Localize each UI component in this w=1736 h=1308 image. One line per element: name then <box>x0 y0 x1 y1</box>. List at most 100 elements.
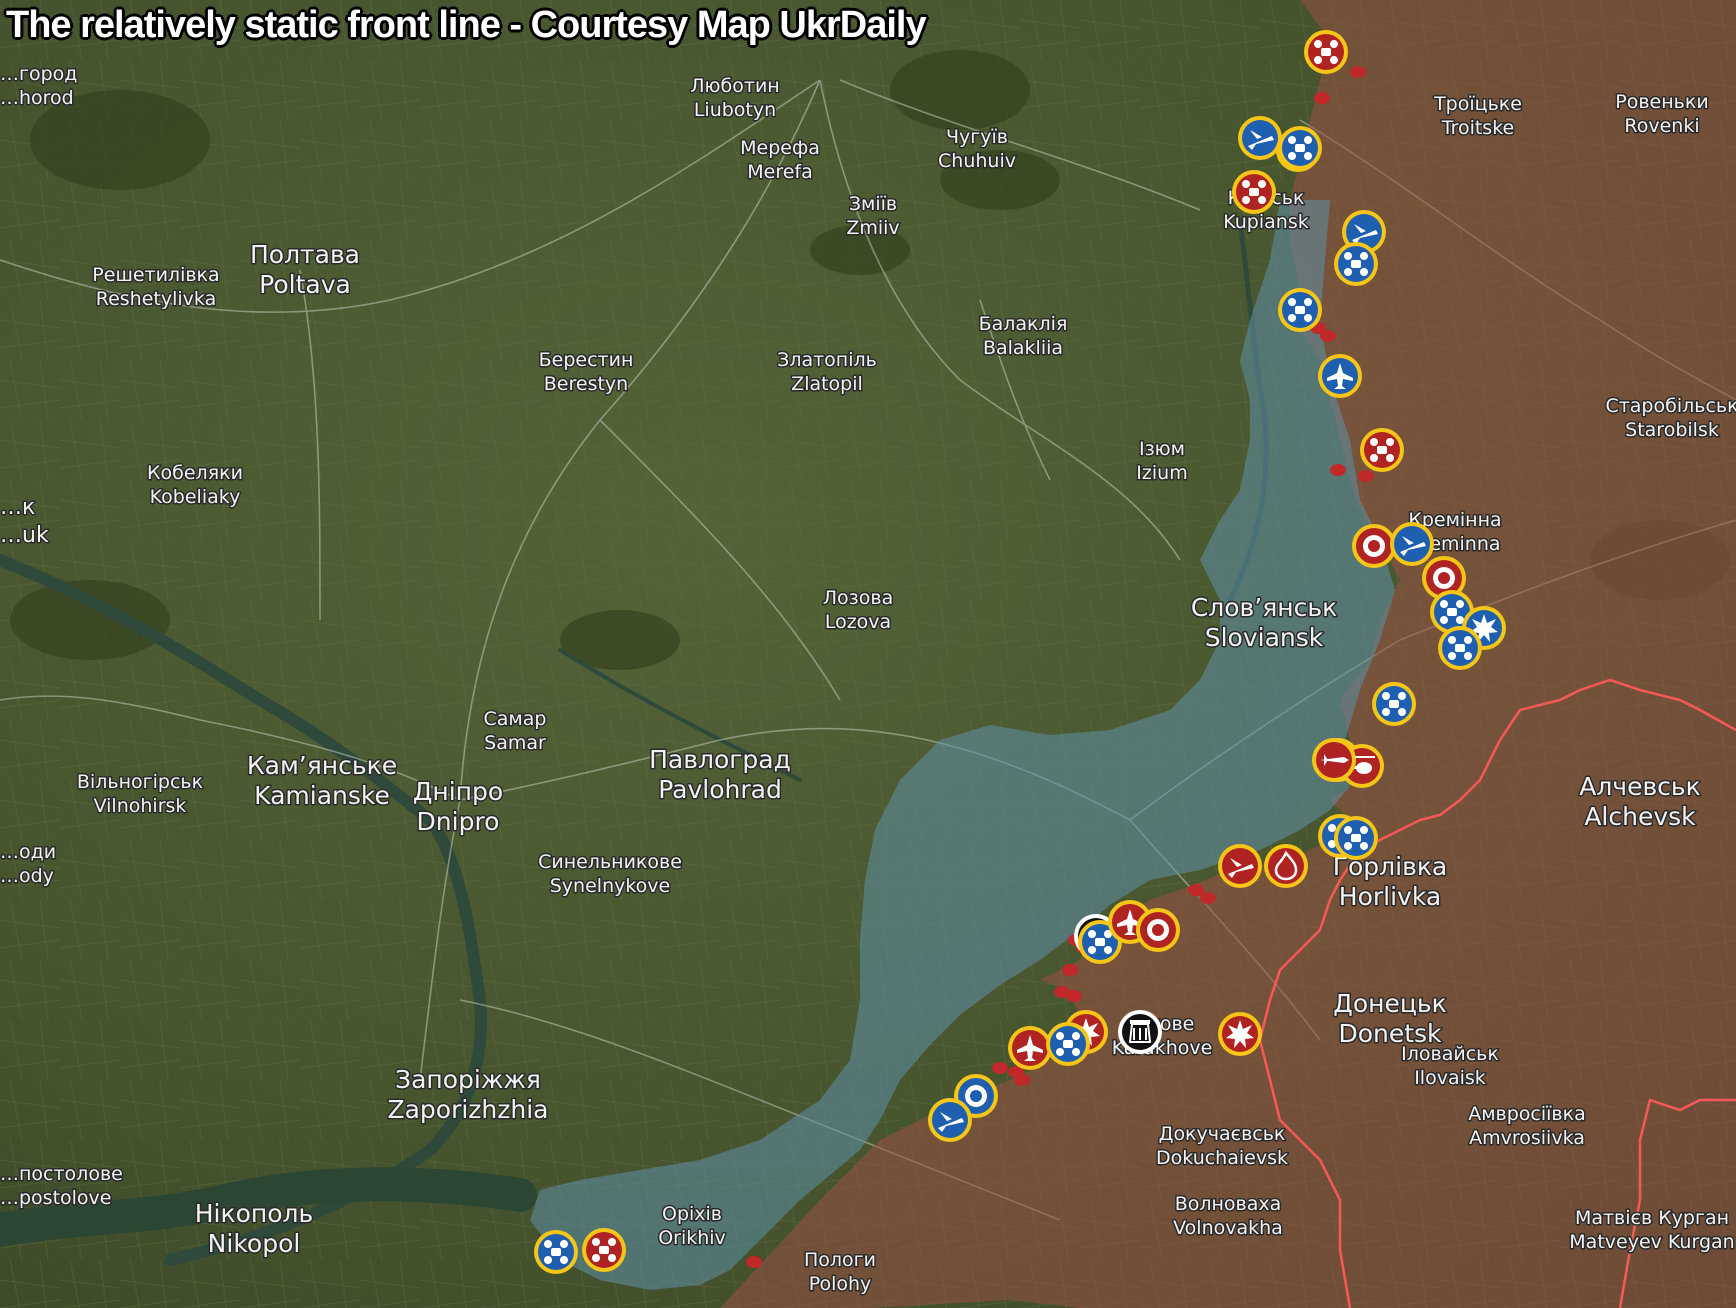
drone-icon[interactable] <box>1438 626 1482 670</box>
place-name-uk: Докучаєвськ <box>1159 1123 1286 1145</box>
place-label-kamianske: Кам’янськеKamianske <box>245 750 398 812</box>
place-name-uk: Берестин <box>539 349 634 371</box>
place-name-en: Zaporizhzhia <box>387 1095 548 1124</box>
jet-icon[interactable] <box>928 1098 972 1142</box>
place-name-uk: Лозова <box>823 587 893 609</box>
drone-icon[interactable] <box>1046 1022 1090 1066</box>
place-name-en: Troitske <box>1441 117 1514 139</box>
place-name-uk: Павлоград <box>649 745 791 774</box>
drone-icon[interactable] <box>534 1230 578 1274</box>
place-name-en: …horod <box>0 87 74 109</box>
place-name-en: Lozova <box>825 611 891 633</box>
place-name-en: Izium <box>1136 462 1187 484</box>
explosion-icon[interactable] <box>1218 1012 1262 1056</box>
place-name-en: Nikopol <box>208 1229 301 1258</box>
map[interactable]: …город…horod ЛюботинLiubotyn МерефаMerefa Ч… <box>0 0 1736 1308</box>
target-icon[interactable] <box>1352 524 1396 568</box>
place-name-en: Sloviansk <box>1205 623 1324 652</box>
place-name-uk: Люботин <box>690 75 779 97</box>
place-name-en: Matveyev Kurgan <box>1569 1231 1734 1253</box>
place-name-uk: Матвієв Курган <box>1575 1207 1729 1229</box>
drone-icon[interactable] <box>1334 242 1378 286</box>
place-name-en: …uk <box>0 523 49 548</box>
missile-icon[interactable] <box>1312 738 1356 782</box>
front-line-dot <box>1062 964 1078 976</box>
place-name-uk: Синельникове <box>538 851 682 873</box>
drone-icon[interactable] <box>1372 682 1416 726</box>
jet-icon[interactable] <box>1390 522 1434 566</box>
place-name-en: Ilovaisk <box>1414 1067 1486 1089</box>
drone-icon[interactable] <box>1334 816 1378 860</box>
place-name-en: Berestyn <box>544 373 628 395</box>
place-name-en: Kamianske <box>254 781 390 810</box>
place-name-uk: Балаклія <box>979 313 1068 335</box>
place-name-uk: Старобільськ <box>1605 395 1736 417</box>
front-line-dot <box>1066 990 1082 1002</box>
place-label-horlivka: ГорлівкаHorlivka <box>1331 851 1449 913</box>
place-name-uk: …оди <box>0 841 56 863</box>
place-name-uk: …к <box>0 495 35 520</box>
place-name-en: Polohy <box>809 1273 872 1295</box>
front-line-dot <box>746 1256 762 1268</box>
jet-icon[interactable] <box>1218 844 1262 888</box>
place-name-uk: …город <box>0 63 77 85</box>
place-name-uk: Нікополь <box>195 1199 314 1228</box>
place-name-uk: Оріхів <box>662 1203 722 1225</box>
drone-icon[interactable] <box>1304 30 1348 74</box>
place-name-en: Merefa <box>747 161 813 183</box>
map-title: The relatively static front line - Court… <box>6 4 927 46</box>
place-name-en: Orikhiv <box>658 1227 726 1249</box>
place-name-en: Balakliia <box>983 337 1063 359</box>
place-name-uk: Іловайськ <box>1401 1043 1499 1065</box>
place-name-en: Samar <box>484 732 546 754</box>
place-name-en: Reshetylivka <box>96 288 216 310</box>
place-name-en: …postolove <box>0 1187 112 1209</box>
place-name-en: Volnovakha <box>1173 1217 1283 1239</box>
front-line-dot <box>1320 330 1336 342</box>
place-name-en: Zlatopil <box>791 373 863 395</box>
place-name-en: Zmiiv <box>846 217 899 239</box>
place-name-uk: Слов’янськ <box>1191 593 1337 622</box>
place-name-en: Synelnykove <box>550 875 671 897</box>
place-name-en: Starobilsk <box>1625 419 1719 441</box>
place-name-en: Alchevsk <box>1584 802 1696 831</box>
place-name-uk: Ровеньки <box>1615 91 1708 113</box>
plane-icon[interactable] <box>1318 354 1362 398</box>
dam-icon[interactable] <box>1118 1010 1162 1054</box>
front-line-dot <box>992 1062 1008 1074</box>
place-name-en: Dokuchaievsk <box>1156 1147 1288 1169</box>
place-name-uk: Троїцьке <box>1433 93 1522 115</box>
place-name-uk: Чугуїв <box>946 126 1008 148</box>
place-name-en: Poltava <box>259 270 351 299</box>
place-label-sloviansk: Слов’янськSloviansk <box>1189 592 1338 654</box>
front-line-dot <box>1200 892 1216 904</box>
place-label-dnipro: ДніпроDnipro <box>411 776 504 838</box>
place-name-en: Pavlohrad <box>658 775 782 804</box>
front-line-dot <box>1188 884 1204 896</box>
plane-icon[interactable] <box>1008 1026 1052 1070</box>
place-name-en: Chuhuiv <box>938 150 1016 172</box>
place-name-uk: Пологи <box>804 1249 876 1271</box>
place-name-uk: Вільногірськ <box>77 771 203 793</box>
front-line-dot <box>1314 92 1330 104</box>
place-name-uk: Кобеляки <box>147 462 243 484</box>
drone-icon[interactable] <box>1278 288 1322 332</box>
place-name-uk: Донецьк <box>1333 989 1446 1018</box>
place-label-zaporizhzhia: ЗапоріжжяZaporizhzhia <box>386 1064 550 1126</box>
place-label-nikopol: НікопольNikopol <box>193 1198 315 1260</box>
place-label-poltava: ПолтаваPoltava <box>248 239 361 301</box>
drone-icon[interactable] <box>1360 428 1404 472</box>
place-name-uk: Ізюм <box>1139 438 1185 460</box>
jet-icon[interactable] <box>1238 116 1282 160</box>
place-label-donetsk: ДонецькDonetsk <box>1332 988 1448 1050</box>
target-icon[interactable] <box>1136 908 1180 952</box>
place-name-uk: Самар <box>484 708 547 730</box>
fire-icon[interactable] <box>1264 844 1308 888</box>
place-name-uk: Решетилівка <box>92 264 219 286</box>
place-name-en: Kupiansk <box>1223 211 1308 233</box>
place-name-en: Horlivka <box>1339 882 1441 911</box>
drone-icon[interactable] <box>582 1228 626 1272</box>
drone-icon[interactable] <box>1232 170 1276 214</box>
drone-icon[interactable] <box>1278 126 1322 170</box>
place-name-uk: Полтава <box>250 240 360 269</box>
